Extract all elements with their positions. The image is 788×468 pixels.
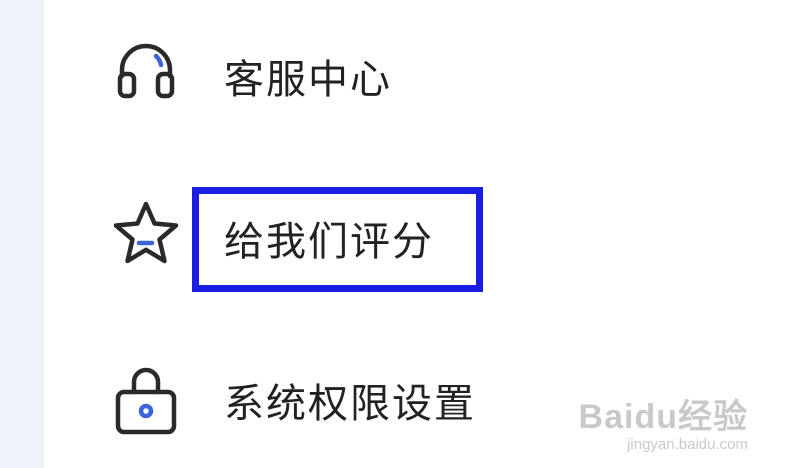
menu-item-label: 给我们评分 <box>224 219 434 265</box>
menu-item-label: 系统权限设置 <box>224 381 476 427</box>
lock-icon <box>110 366 182 438</box>
watermark: Baidu经验 jingyan.baidu.com <box>579 398 748 454</box>
watermark-logo: Baidu经验 <box>578 398 748 436</box>
watermark-url: jingyan.baidu.com <box>627 436 748 453</box>
settings-menu-page: 客服中心 给我们评分 系统权限设置 Baidu经验 jingyan.baidu.… <box>0 0 788 468</box>
menu-item-customer-service[interactable]: 客服中心 <box>44 16 788 136</box>
menu-item-rate-us[interactable]: 给我们评分 <box>44 176 788 296</box>
star-icon <box>110 198 182 270</box>
menu-item-label: 客服中心 <box>224 57 392 103</box>
sidebar-edge <box>0 0 44 468</box>
headset-icon <box>110 32 182 104</box>
